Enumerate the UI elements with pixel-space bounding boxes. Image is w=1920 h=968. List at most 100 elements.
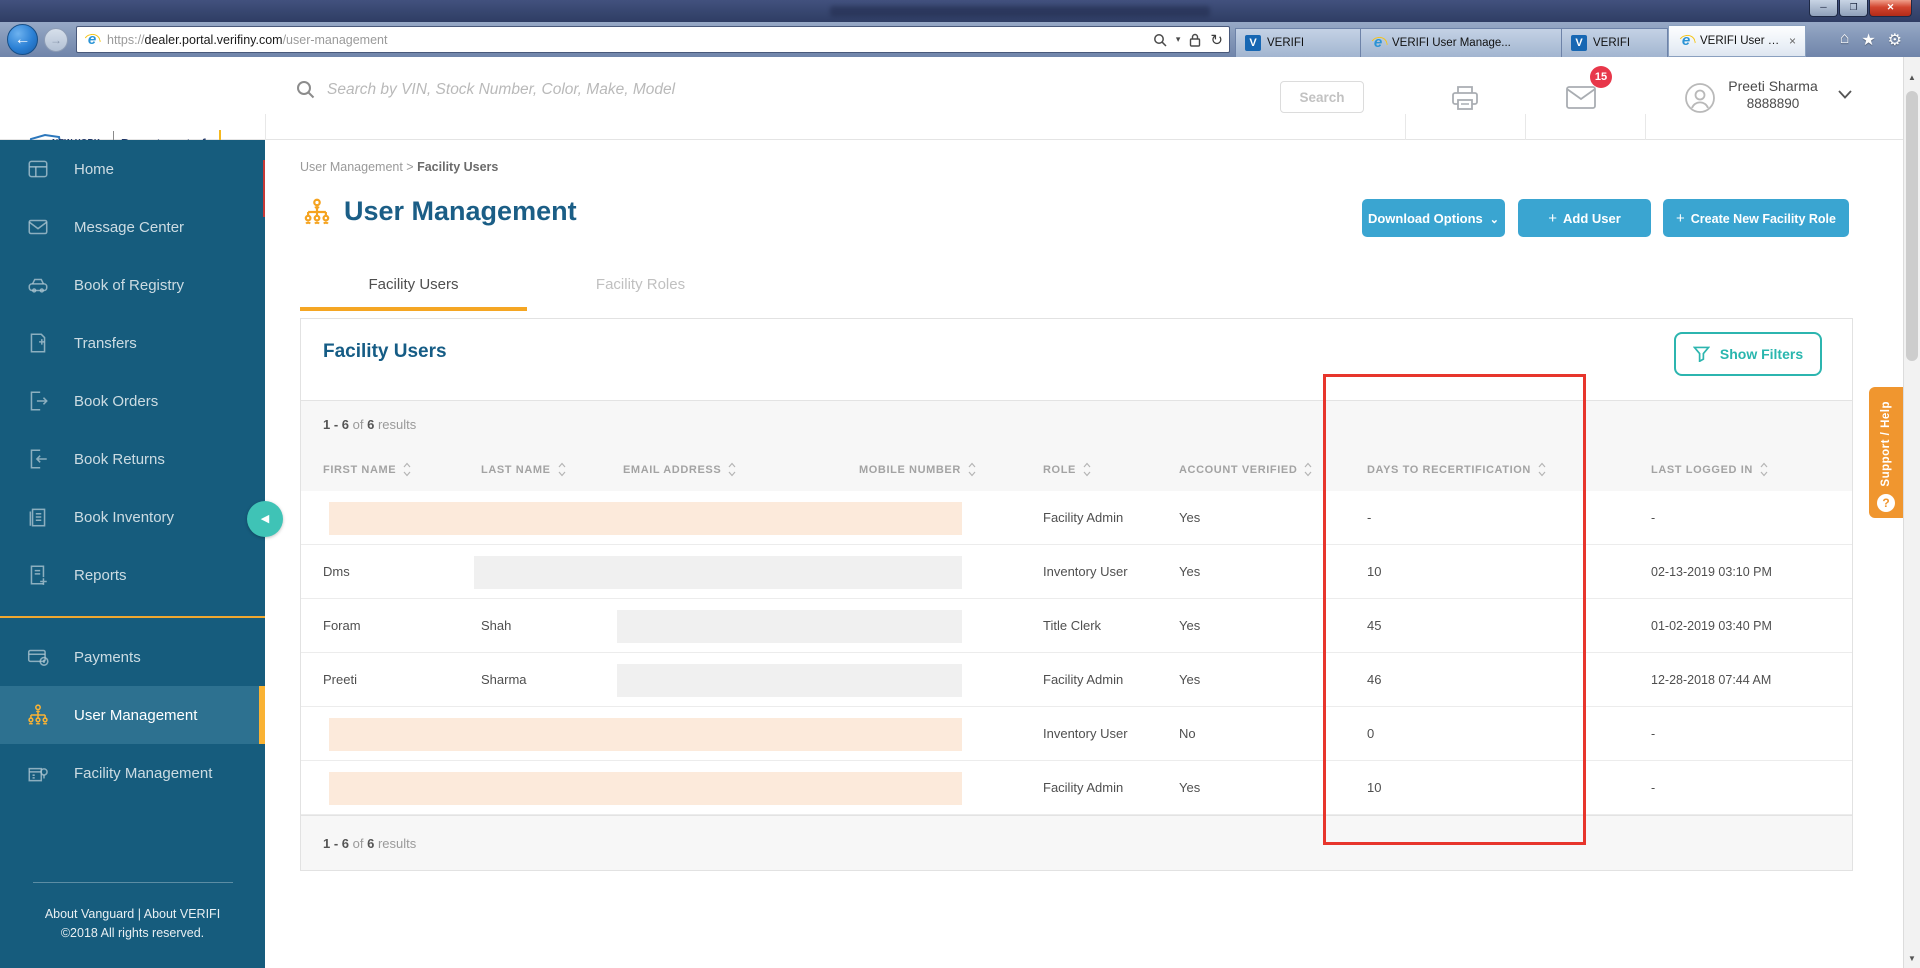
- window-minimize-button[interactable]: ─: [1809, 0, 1838, 17]
- browser-tab-2[interactable]: e VERIFI User Manage...: [1361, 28, 1562, 57]
- url-text[interactable]: https://dealer.portal.verifiny.com/user-…: [107, 33, 1153, 47]
- sort-icon[interactable]: [728, 462, 736, 477]
- sidebar-collapse-button[interactable]: ◀: [247, 501, 283, 537]
- cell-verified: Yes: [1179, 618, 1201, 633]
- refresh-icon[interactable]: ↻: [1210, 31, 1223, 49]
- tab-close-icon[interactable]: ×: [1789, 34, 1796, 48]
- support-help-label: Support / Help: [1880, 401, 1892, 487]
- column-header-days-to-recertification[interactable]: DAYS TO RECERTIFICATION: [1345, 448, 1629, 491]
- verifi-favicon: V: [1571, 35, 1587, 51]
- sidebar-item-payments[interactable]: Payments: [0, 628, 265, 686]
- column-header-email[interactable]: EMAIL ADDRESS: [601, 448, 837, 491]
- scrollbar-thumb[interactable]: [1906, 91, 1918, 361]
- cell-verified: Yes: [1179, 564, 1201, 579]
- redacted-name-block: [329, 772, 962, 805]
- show-filters-button[interactable]: Show Filters: [1674, 332, 1822, 376]
- ie-favicon: e: [1370, 35, 1386, 51]
- sort-icon[interactable]: [558, 462, 566, 477]
- create-facility-role-button[interactable]: + Create New Facility Role: [1663, 199, 1849, 237]
- tab-facility-roles[interactable]: Facility Roles: [527, 276, 754, 311]
- column-header-role[interactable]: ROLE: [1021, 448, 1157, 491]
- window-close-button[interactable]: ✕: [1869, 0, 1912, 17]
- scroll-up-icon[interactable]: ▲: [1904, 69, 1920, 87]
- redacted-contact-block: [617, 610, 962, 643]
- vehicle-search-input[interactable]: [327, 80, 1187, 99]
- messages-envelope-icon[interactable]: [1565, 85, 1597, 110]
- sort-icon[interactable]: [1760, 462, 1768, 477]
- browser-tab-1[interactable]: V VERIFI: [1235, 28, 1361, 57]
- column-header-last-logged-in[interactable]: LAST LOGGED IN: [1629, 448, 1852, 491]
- table-header-row: FIRST NAME LAST NAME EMAIL ADDRESS MOBIL…: [301, 448, 1852, 491]
- browser-tabstrip: V VERIFI e VERIFI User Manage... V VERIF…: [1235, 25, 1806, 57]
- sidebar-item-user-management[interactable]: User Management: [0, 686, 265, 744]
- search-button[interactable]: Search: [1280, 81, 1364, 113]
- sort-icon[interactable]: [1538, 462, 1546, 477]
- lock-icon: [1190, 33, 1201, 47]
- address-bar[interactable]: e https://dealer.portal.verifiny.com/use…: [76, 26, 1230, 53]
- download-options-button[interactable]: Download Options ⌄: [1362, 199, 1505, 237]
- user-menu[interactable]: Preeti Sharma 8888890: [1718, 78, 1828, 111]
- table-row[interactable]: Inventory User No 0 -: [301, 707, 1852, 761]
- forward-button[interactable]: →: [44, 28, 68, 52]
- home-icon[interactable]: ⌂: [1840, 30, 1850, 50]
- avatar-icon[interactable]: [1684, 82, 1716, 114]
- scroll-down-icon[interactable]: ▼: [1904, 950, 1920, 968]
- column-header-last-name[interactable]: LAST NAME: [459, 448, 601, 491]
- cell-first-name: Dms: [323, 564, 350, 579]
- add-user-button[interactable]: + Add User: [1518, 199, 1651, 237]
- sidebar-item-book-orders[interactable]: Book Orders: [0, 372, 265, 430]
- cell-last-logged-in: 01-02-2019 03:40 PM: [1651, 618, 1772, 633]
- table-row[interactable]: Dms Inventory User Yes 10 02-13-2019 03:…: [301, 545, 1852, 599]
- book-out-icon: [30, 391, 48, 411]
- sidebar-item-book-returns[interactable]: Book Returns: [0, 430, 265, 488]
- sort-icon[interactable]: [403, 462, 411, 477]
- sidebar-item-message-center[interactable]: Message Center: [0, 198, 265, 256]
- results-count-top: 1 - 6 of 6 results: [301, 400, 1852, 448]
- sidebar-item-reports[interactable]: Reports: [0, 546, 265, 604]
- cell-role: Inventory User: [1043, 564, 1128, 579]
- tab-facility-users[interactable]: Facility Users: [300, 276, 527, 311]
- table-row[interactable]: Facility Admin Yes 10 -: [301, 761, 1852, 815]
- cell-first-name: Foram: [323, 618, 361, 633]
- question-icon: ?: [1877, 494, 1895, 512]
- printer-icon[interactable]: [1450, 84, 1480, 112]
- sidebar-item-facility-management[interactable]: Facility Management: [0, 744, 265, 802]
- column-header-first-name[interactable]: FIRST NAME: [301, 448, 459, 491]
- titlebar-redacted-text: [830, 6, 1210, 17]
- star-favorites-icon[interactable]: ★: [1861, 30, 1875, 50]
- verifi-favicon: V: [1245, 35, 1261, 51]
- sort-icon[interactable]: [1083, 462, 1091, 477]
- support-help-tab[interactable]: Support / Help ?: [1869, 387, 1903, 518]
- cell-last-logged-in: -: [1651, 510, 1656, 525]
- car-icon: [28, 278, 48, 293]
- transfer-document-icon: [30, 333, 46, 353]
- sidebar-item-book-inventory[interactable]: Book Inventory: [0, 488, 265, 546]
- search-dropdown-icon[interactable]: ▾: [1176, 34, 1181, 45]
- browser-tab-3[interactable]: V VERIFI: [1562, 28, 1668, 57]
- column-header-mobile[interactable]: MOBILE NUMBER: [837, 448, 1021, 491]
- plus-icon: +: [1676, 209, 1685, 227]
- back-button[interactable]: ←: [7, 24, 38, 55]
- search-icon[interactable]: [1153, 33, 1167, 47]
- column-header-account-verified[interactable]: ACCOUNT VERIFIED: [1157, 448, 1345, 491]
- sidebar-group-divider: [0, 616, 265, 618]
- window-restore-button[interactable]: ❐: [1839, 0, 1868, 17]
- table-row[interactable]: Foram Shah Title Clerk Yes 45 01-02-2019 …: [301, 599, 1852, 653]
- browser-tab-4-active[interactable]: e VERIFI User Mana... ×: [1668, 25, 1806, 57]
- sidebar-item-transfers[interactable]: Transfers: [0, 314, 265, 372]
- sort-icon[interactable]: [1304, 462, 1312, 477]
- breadcrumb[interactable]: User Management > Facility Users: [300, 160, 498, 174]
- card-title: Facility Users: [323, 341, 447, 362]
- gear-settings-icon[interactable]: ⚙: [1888, 30, 1902, 50]
- cell-verified: Yes: [1179, 780, 1201, 795]
- cell-days: 45: [1367, 618, 1382, 633]
- sidebar-item-home[interactable]: Home: [0, 140, 265, 198]
- redacted-contact-block: [617, 664, 962, 697]
- sidebar-item-book-of-registry[interactable]: Book of Registry: [0, 256, 265, 314]
- sort-icon[interactable]: [968, 462, 976, 477]
- chevron-down-icon[interactable]: [1838, 90, 1852, 99]
- table-row[interactable]: Preeti Sharma Facility Admin Yes 46 12-28…: [301, 653, 1852, 707]
- sidebar-footer-links[interactable]: About Vanguard | About VERIFI: [0, 905, 265, 924]
- table-row[interactable]: Facility Admin Yes - -: [301, 491, 1852, 545]
- page-scrollbar[interactable]: ▲ ▼: [1903, 57, 1920, 968]
